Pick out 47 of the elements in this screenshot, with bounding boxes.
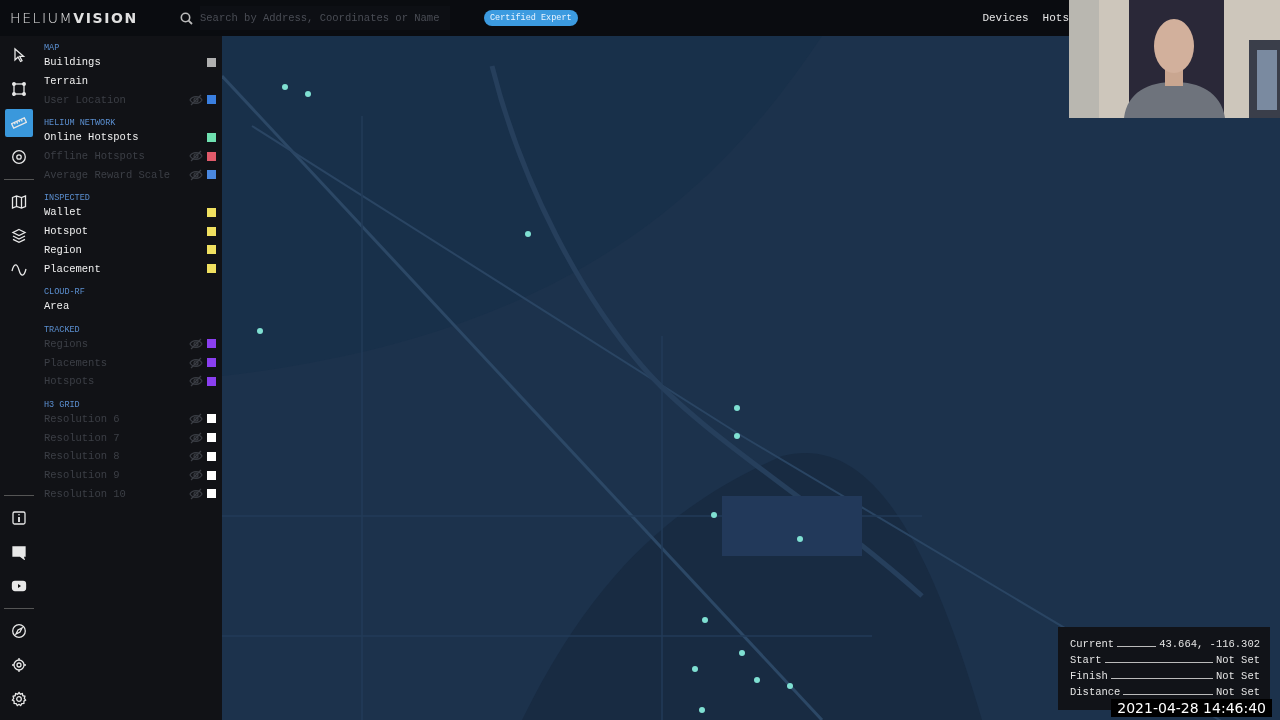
layer-toggle[interactable]: Online Hotspots <box>44 131 207 144</box>
readout-value: Not Set <box>1215 654 1260 666</box>
color-swatch[interactable] <box>207 414 216 424</box>
layer-toggle[interactable]: Area <box>44 300 216 313</box>
readout-value: Not Set <box>1215 686 1260 698</box>
color-swatch[interactable] <box>207 95 216 105</box>
nav-link[interactable]: Devices <box>982 12 1029 24</box>
readout-label: Distance <box>1070 686 1121 698</box>
readout-label: Current <box>1070 638 1115 650</box>
nav-link[interactable]: Hots <box>1042 12 1069 24</box>
layer-toggle[interactable]: Wallet <box>44 206 207 219</box>
color-swatch[interactable] <box>207 489 216 499</box>
color-swatch[interactable] <box>207 339 216 349</box>
color-swatch[interactable] <box>207 207 216 217</box>
logo: HELIUMVISION <box>10 10 139 26</box>
section-heading: H3 GRID <box>44 399 81 410</box>
color-swatch[interactable] <box>207 264 216 274</box>
color-swatch[interactable] <box>207 358 216 368</box>
section-heading: HELIUM NETWORK <box>44 118 117 129</box>
color-swatch[interactable] <box>207 226 216 236</box>
layer-toggle[interactable]: Hotspot <box>44 225 207 238</box>
color-swatch[interactable] <box>207 470 216 480</box>
layer-toggle[interactable]: Region <box>44 243 207 256</box>
readout-label: Start <box>1070 654 1102 666</box>
color-swatch[interactable] <box>207 57 216 67</box>
readout-label: Finish <box>1070 670 1108 682</box>
readout-value: Not Set <box>1215 670 1260 682</box>
timestamp: 2021-04-28 14:46:40 <box>1111 699 1272 717</box>
layer-toggle[interactable]: Buildings <box>44 56 207 69</box>
search-field[interactable]: Search by Address, Coordinates or Name <box>200 6 450 30</box>
certified-badge: Certified Expert <box>484 10 578 26</box>
section-heading: CLOUD-RF <box>44 286 86 297</box>
color-swatch[interactable] <box>207 376 216 386</box>
section-heading: TRACKED <box>44 324 81 335</box>
section-heading: INSPECTED <box>44 193 91 204</box>
color-swatch[interactable] <box>207 132 216 142</box>
readout-value: 43.664, -116.302 <box>1159 638 1260 650</box>
section-heading: MAP <box>44 43 61 53</box>
layer-toggle[interactable]: Terrain <box>44 75 216 88</box>
leader-line <box>1117 646 1157 647</box>
color-swatch[interactable] <box>207 245 216 255</box>
layer-toggle[interactable]: Placement <box>44 262 207 275</box>
color-swatch[interactable] <box>207 151 216 161</box>
color-swatch[interactable] <box>207 451 216 461</box>
search-icon <box>180 11 193 25</box>
color-swatch[interactable] <box>207 433 216 443</box>
color-swatch[interactable] <box>207 170 216 180</box>
